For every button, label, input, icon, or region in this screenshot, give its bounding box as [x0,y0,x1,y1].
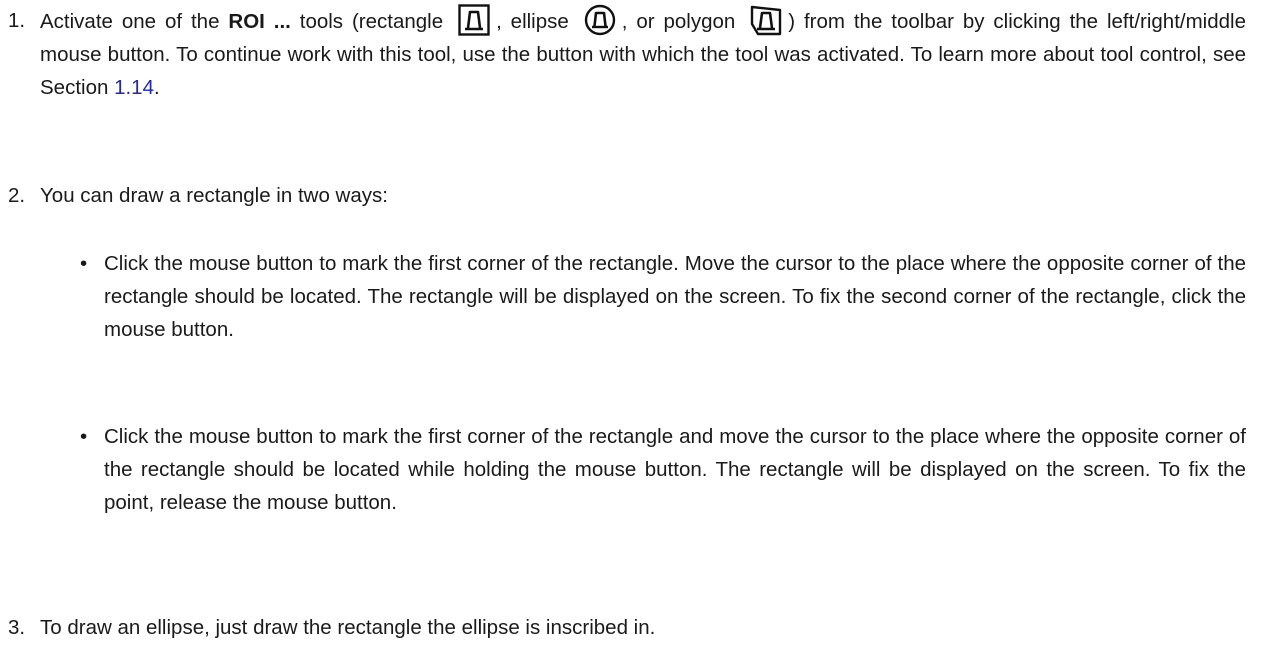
step-text: Activate one of the ROI ... tools (recta… [40,4,1246,104]
step-text-part: , ellipse [496,10,578,33]
step-number: 1. [8,9,26,32]
roi-tools-label: ROI ... [228,10,291,33]
step-text-part: tools (rectangle [290,10,453,33]
bullet-item: • Click the mouse button to mark the fir… [80,247,1246,346]
step-text-part: , or polygon [621,10,745,33]
step-text-part: . [153,76,160,99]
step-number: 2. [8,184,26,207]
roi-ellipse-icon [584,4,616,36]
bullet-marker: • [80,252,88,275]
document-page: 1. Activate one of the ROI ... tools (re… [0,0,1264,651]
step-3: 3. To draw an ellipse, just draw the rec… [8,611,1246,644]
step-text: You can draw a rectangle in two ways: [40,184,388,207]
bullet-text: Click the mouse button to mark the first… [104,425,1246,514]
step-2: 2. You can draw a rectangle in two ways: [8,179,1246,212]
step-text-part: Activate one of the [40,10,229,33]
bullet-marker: • [80,425,88,448]
step-1: 1. Activate one of the ROI ... tools (re… [8,4,1246,104]
bullet-text: Click the mouse button to mark the first… [104,252,1246,341]
step-text: To draw an ellipse, just draw the rectan… [40,616,656,639]
step-number: 3. [8,616,26,639]
roi-polygon-icon [750,4,782,36]
roi-rectangle-icon [458,4,490,36]
section-link[interactable]: 1.14 [114,76,154,99]
bullet-item: • Click the mouse button to mark the fir… [80,420,1246,519]
